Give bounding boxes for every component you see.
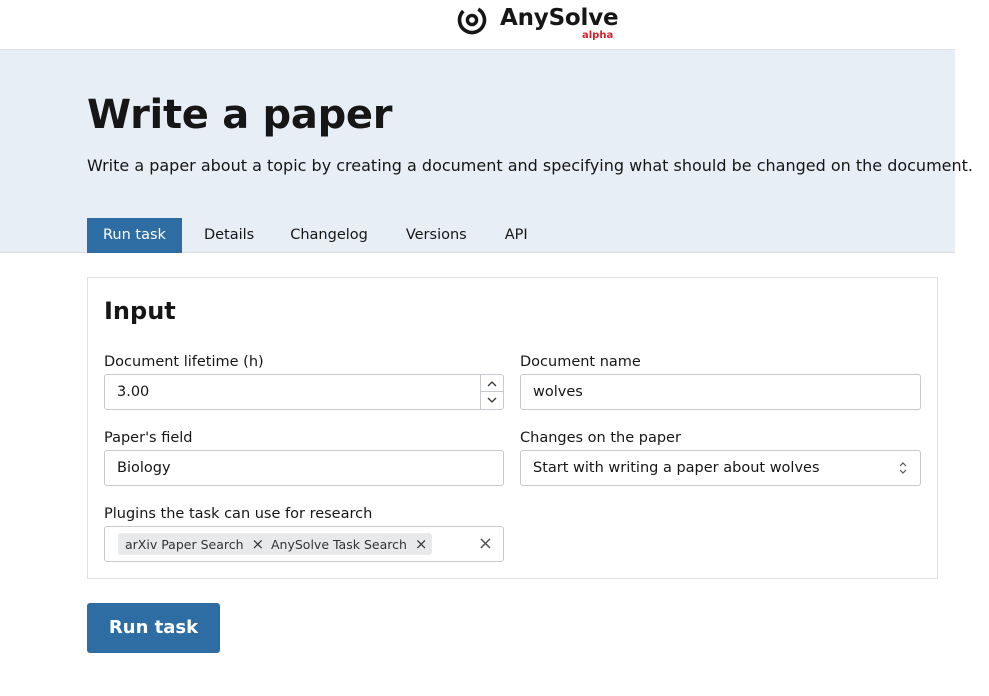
plugin-tag-label: AnySolve Task Search [271,537,407,552]
page-description: Write a paper about a topic by creating … [87,156,973,175]
tab-run-task[interactable]: Run task [87,218,182,253]
lifetime-input[interactable]: 3.00 [104,374,504,410]
plugin-tag: arXiv Paper Search × [118,533,270,555]
top-bar: AnySolve alpha [0,0,955,50]
brand-logo[interactable]: AnySolve alpha [456,3,619,43]
lifetime-label: Document lifetime (h) [104,354,264,370]
plugins-label: Plugins the task can use for research [104,506,373,522]
papers-field-value: Biology [117,460,171,476]
plugins-multiselect[interactable]: arXiv Paper Search × AnySolve Task Search… [104,526,504,562]
anysolve-logo-icon [457,5,487,35]
close-icon[interactable]: × [252,533,265,555]
plugin-tag-label: arXiv Paper Search [125,537,244,552]
page-title: Write a paper [87,92,393,138]
chevron-up-icon[interactable] [481,375,503,392]
brand-tag: alpha [582,30,614,41]
brand-name: AnySolve [500,5,619,31]
document-name-input[interactable]: wolves [520,374,921,410]
close-icon[interactable]: × [415,533,428,555]
papers-field-label: Paper's field [104,430,193,446]
tab-changelog[interactable]: Changelog [274,218,386,253]
tab-api[interactable]: API [486,218,544,253]
input-card-title: Input [104,297,176,325]
document-name-label: Document name [520,354,641,370]
run-task-button[interactable]: Run task [87,603,220,653]
lifetime-value: 3.00 [117,384,150,400]
lifetime-stepper [480,375,503,409]
papers-field-input[interactable]: Biology [104,450,504,486]
changes-select[interactable]: Start with writing a paper about wolves [520,450,921,486]
plugin-tag: AnySolve Task Search × [264,533,433,555]
changes-label: Changes on the paper [520,430,681,446]
clear-icon[interactable]: × [478,533,493,555]
changes-selected-value: Start with writing a paper about wolves [533,460,820,476]
document-name-value: wolves [533,384,583,400]
page-header: Write a paper Write a paper about a topi… [0,50,973,253]
chevron-down-icon[interactable] [481,392,503,409]
tab-details[interactable]: Details [182,218,274,253]
tab-versions[interactable]: Versions [386,218,486,253]
tab-bar: Run task Details Changelog Versions API [87,218,544,253]
select-chevrons-icon [899,462,907,474]
input-card: Input Document lifetime (h) 3.00 Documen… [87,277,938,579]
